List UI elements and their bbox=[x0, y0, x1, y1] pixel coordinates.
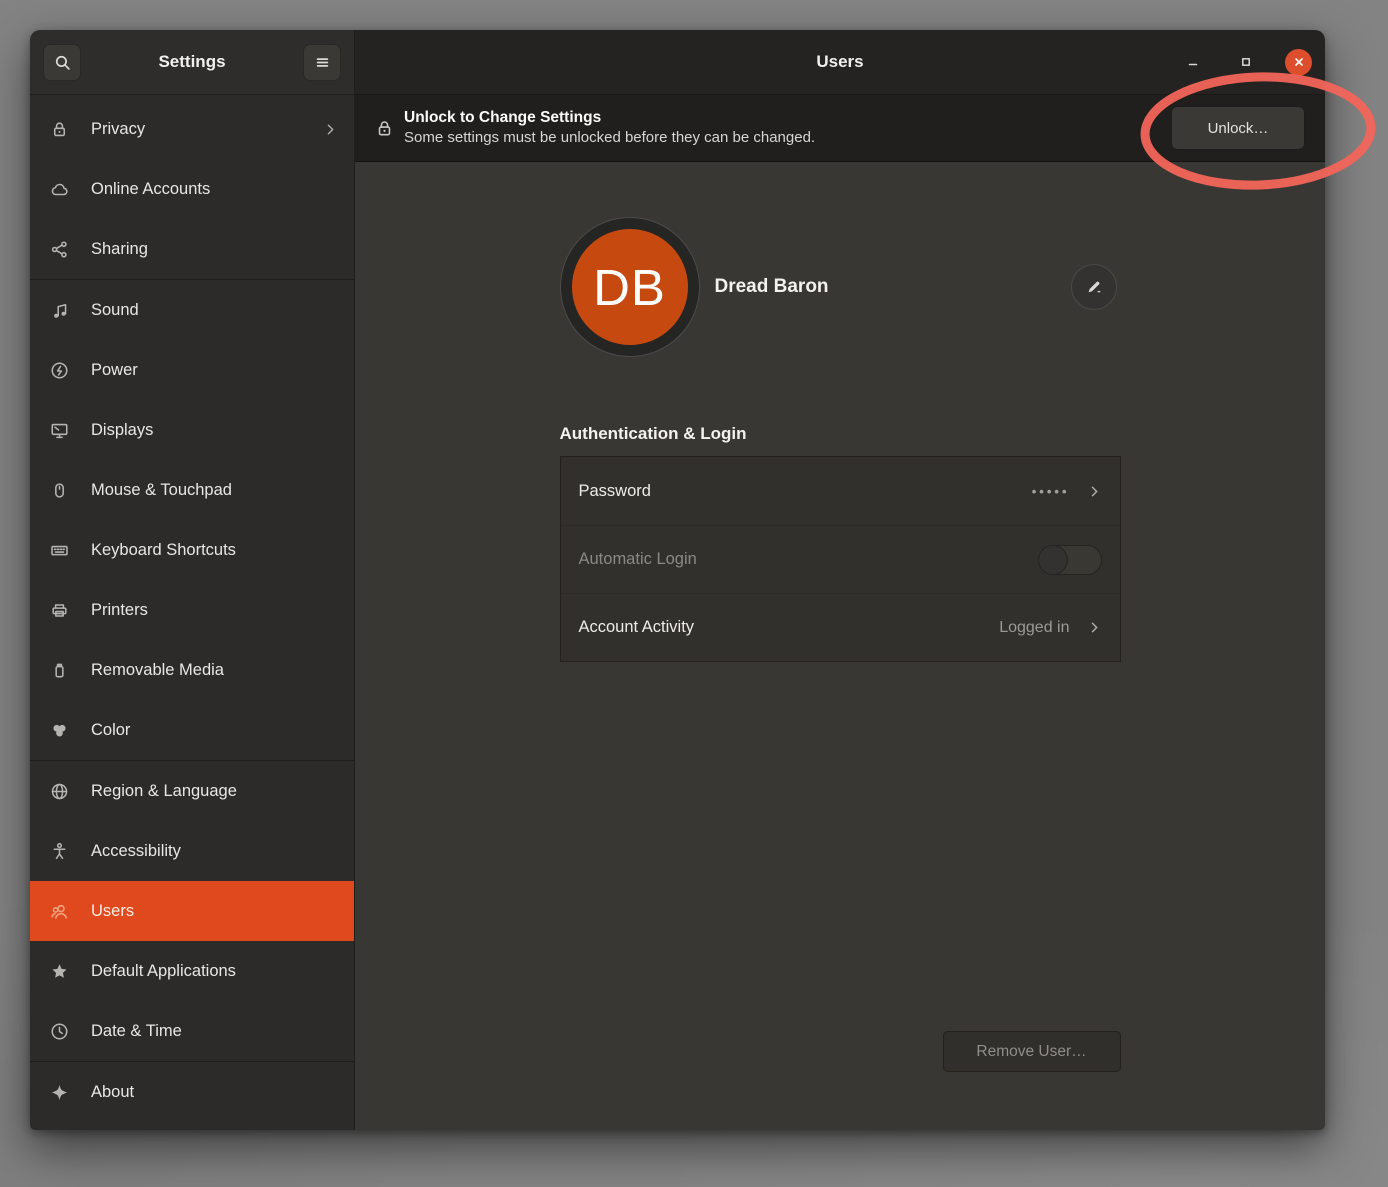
clock-icon bbox=[49, 1021, 69, 1041]
sidebar-item-label: Removable Media bbox=[91, 661, 224, 680]
sparkle-icon bbox=[49, 1082, 69, 1102]
avatar-ring: DB bbox=[560, 217, 700, 357]
sidebar-item-users[interactable]: Users bbox=[30, 881, 354, 941]
password-label: Password bbox=[579, 482, 651, 501]
sidebar-item-label: Power bbox=[91, 361, 138, 380]
minimize-icon bbox=[1185, 54, 1201, 70]
sidebar-item-displays[interactable]: Displays bbox=[30, 400, 354, 460]
sidebar-item-label: Privacy bbox=[91, 120, 145, 139]
sidebar-header: Settings bbox=[30, 30, 355, 95]
sidebar-item-removable-media[interactable]: Removable Media bbox=[30, 640, 354, 700]
user-full-name: Dread Baron bbox=[715, 276, 829, 298]
sidebar-item-keyboard-shortcuts[interactable]: Keyboard Shortcuts bbox=[30, 520, 354, 580]
sidebar-item-online-accounts[interactable]: Online Accounts bbox=[30, 159, 354, 219]
music-note-icon bbox=[49, 300, 69, 320]
lock-icon bbox=[49, 119, 69, 139]
sidebar-item-label: Default Applications bbox=[91, 962, 236, 981]
hamburger-menu-icon bbox=[314, 54, 331, 71]
share-icon bbox=[49, 239, 69, 259]
sidebar-item-label: Displays bbox=[91, 421, 153, 440]
automatic-login-row: Automatic Login bbox=[561, 525, 1120, 593]
password-value: ••••• bbox=[1032, 484, 1070, 499]
sidebar-item-label: Date & Time bbox=[91, 1022, 182, 1041]
sidebar-item-label: Keyboard Shortcuts bbox=[91, 541, 236, 560]
sidebar-item-mouse-and-touchpad[interactable]: Mouse & Touchpad bbox=[30, 460, 354, 520]
sidebar-item-label: Region & Language bbox=[91, 782, 237, 801]
sidebar-item-label: Users bbox=[91, 902, 134, 921]
sidebar-item-sound[interactable]: Sound bbox=[30, 280, 354, 340]
globe-icon bbox=[49, 781, 69, 801]
cloud-icon bbox=[49, 179, 69, 199]
auth-panel: Password ••••• Automatic Login bbox=[560, 456, 1121, 662]
display-icon bbox=[49, 420, 69, 440]
mouse-icon bbox=[49, 480, 69, 500]
sidebar-item-label: Accessibility bbox=[91, 842, 181, 861]
sidebar-item-accessibility[interactable]: Accessibility bbox=[30, 821, 354, 881]
settings-window: Settings Users bbox=[30, 30, 1325, 1130]
printer-icon bbox=[49, 600, 69, 620]
titlebar[interactable]: Users bbox=[355, 30, 1325, 95]
power-icon bbox=[49, 360, 69, 380]
lock-icon bbox=[375, 119, 394, 138]
sidebar-item-label: Sound bbox=[91, 301, 139, 320]
sidebar-item-region-and-language[interactable]: Region & Language bbox=[30, 761, 354, 821]
password-row[interactable]: Password ••••• bbox=[561, 457, 1120, 525]
sidebar-item-date-and-time[interactable]: Date & Time bbox=[30, 1001, 354, 1061]
account-activity-label: Account Activity bbox=[579, 618, 695, 637]
automatic-login-toggle[interactable] bbox=[1038, 545, 1102, 575]
sidebar-item-color[interactable]: Color bbox=[30, 700, 354, 760]
sidebar-item-label: About bbox=[91, 1083, 134, 1102]
maximize-icon bbox=[1238, 54, 1254, 70]
sidebar-app-title: Settings bbox=[158, 52, 225, 72]
unlock-banner-subtitle: Some settings must be unlocked before th… bbox=[404, 128, 815, 148]
star-icon bbox=[49, 961, 69, 981]
unlock-banner-text: Unlock to Change Settings Some settings … bbox=[404, 108, 815, 148]
unlock-button[interactable]: Unlock… bbox=[1171, 106, 1305, 150]
remove-user-button[interactable]: Remove User… bbox=[943, 1031, 1121, 1072]
close-button[interactable] bbox=[1285, 49, 1312, 76]
sidebar-item-label: Online Accounts bbox=[91, 180, 210, 199]
search-button[interactable] bbox=[43, 44, 81, 81]
sidebar-item-label: Printers bbox=[91, 601, 148, 620]
minimize-button[interactable] bbox=[1179, 49, 1206, 76]
account-activity-row[interactable]: Account Activity Logged in bbox=[561, 593, 1120, 661]
users-content: DB Dread Baron Authentica bbox=[355, 162, 1325, 1130]
maximize-button[interactable] bbox=[1232, 49, 1259, 76]
automatic-login-label: Automatic Login bbox=[579, 550, 697, 569]
unlock-banner: Unlock to Change Settings Some settings … bbox=[355, 95, 1325, 162]
removable-media-icon bbox=[49, 660, 69, 680]
window-controls bbox=[1179, 30, 1312, 94]
current-user-card: DB Dread Baron bbox=[560, 217, 1121, 357]
chevron-right-icon bbox=[1087, 620, 1102, 635]
avatar: DB bbox=[572, 229, 688, 345]
account-activity-value: Logged in bbox=[999, 619, 1069, 637]
sidebar-item-privacy[interactable]: Privacy bbox=[30, 99, 354, 159]
primary-menu-button[interactable] bbox=[303, 44, 341, 81]
close-icon bbox=[1292, 55, 1306, 69]
sidebar-item-label: Mouse & Touchpad bbox=[91, 481, 232, 500]
auth-section-title: Authentication & Login bbox=[560, 424, 1121, 444]
pencil-icon bbox=[1085, 278, 1103, 296]
sidebar: Privacy Online Accounts Sharing Sound Power D… bbox=[30, 95, 355, 1130]
desktop-background: Settings Users bbox=[0, 0, 1388, 1187]
sidebar-item-default-applications[interactable]: Default Applications bbox=[30, 941, 354, 1001]
sidebar-item-power[interactable]: Power bbox=[30, 340, 354, 400]
users-panel: Unlock to Change Settings Some settings … bbox=[355, 95, 1325, 1130]
sidebar-item-sharing[interactable]: Sharing bbox=[30, 219, 354, 279]
keyboard-icon bbox=[49, 540, 69, 560]
chevron-right-icon bbox=[1087, 484, 1102, 499]
color-icon bbox=[49, 720, 69, 740]
accessibility-icon bbox=[49, 841, 69, 861]
chevron-right-icon bbox=[323, 122, 338, 137]
search-icon bbox=[54, 54, 71, 71]
toggle-knob bbox=[1038, 545, 1068, 575]
sidebar-item-label: Color bbox=[91, 721, 130, 740]
edit-user-button[interactable] bbox=[1071, 264, 1117, 310]
users-icon bbox=[49, 901, 69, 921]
unlock-banner-title: Unlock to Change Settings bbox=[404, 108, 815, 128]
sidebar-item-label: Sharing bbox=[91, 240, 148, 259]
sidebar-item-about[interactable]: About bbox=[30, 1062, 354, 1122]
sidebar-item-printers[interactable]: Printers bbox=[30, 580, 354, 640]
